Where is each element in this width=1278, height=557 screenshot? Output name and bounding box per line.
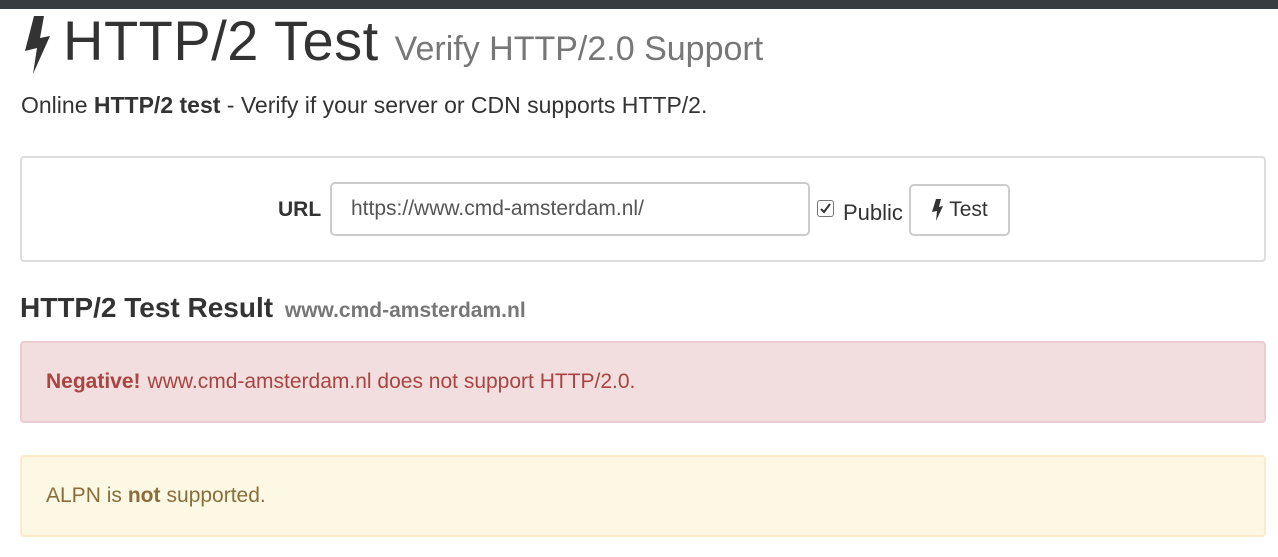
url-input[interactable] [330,182,810,236]
alpn-suffix: supported. [166,484,266,507]
url-label: URL [278,198,322,221]
alpn-alert: ALPN is not supported. [20,455,1266,537]
lead-bold: HTTP/2 test [93,92,221,118]
lead-text: Online HTTP/2 test - Verify if your serv… [21,91,707,119]
negative-text: www.cmd-amsterdam.nl does not support HT… [147,370,636,393]
negative-label: Negative! [46,370,141,393]
lead-suffix: - Verify if your server or CDN supports … [226,92,708,118]
result-domain: www.cmd-amsterdam.nl [284,299,526,322]
page-header: HTTP/2 Test Verify HTTP/2.0 Support [19,9,764,74]
checkmark-icon [820,203,831,214]
page-title: HTTP/2 Test [63,9,379,72]
alpn-prefix: ALPN is [46,484,122,507]
page-subtitle: Verify HTTP/2.0 Support [394,30,764,68]
bolt-icon [19,16,53,74]
alpn-bold: not [127,484,161,507]
public-checkbox[interactable] [817,200,834,217]
test-button[interactable]: Test [909,184,1010,236]
test-form-panel: URL Public Test [20,156,1266,262]
result-heading: HTTP/2 Test Result www.cmd-amsterdam.nl [20,292,526,327]
result-heading-text: HTTP/2 Test Result [20,292,274,323]
negative-alert: Negative! www.cmd-amsterdam.nl does not … [20,341,1266,423]
bolt-icon [931,199,944,221]
public-label[interactable]: Public [843,200,903,226]
test-button-label: Test [949,198,988,221]
lead-prefix: Online [21,92,88,118]
top-bar [0,0,1278,9]
